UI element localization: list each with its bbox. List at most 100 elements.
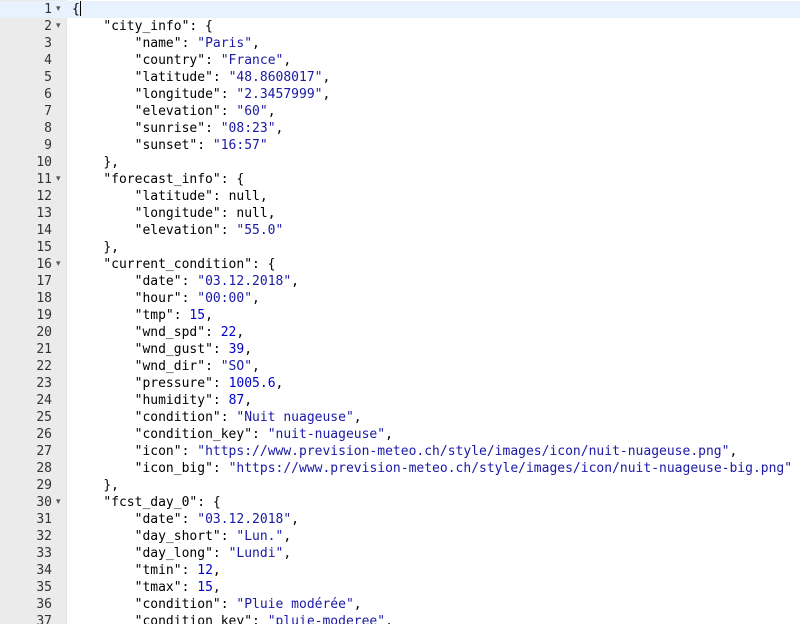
- fold-toggle-chevron-down-icon[interactable]: ▾: [56, 256, 66, 273]
- json-punctuation: ,: [353, 597, 362, 612]
- json-value: "2.3457999": [236, 87, 323, 102]
- fold-toggle-chevron-down-icon[interactable]: ▾: [56, 18, 66, 35]
- json-punctuation: ,: [275, 121, 284, 136]
- json-punctuation: ,: [283, 529, 292, 544]
- json-key: "tmax": [134, 580, 182, 595]
- line-content: "forecast_info": {: [72, 171, 244, 188]
- json-value: 12: [197, 563, 213, 578]
- line-number: 34: [36, 563, 52, 578]
- json-punctuation: ,: [322, 87, 331, 102]
- json-key: "elevation": [134, 223, 221, 238]
- code-line[interactable]: 6 "longitude": "2.3457999",: [0, 86, 800, 103]
- json-key: "forecast_info": [103, 172, 221, 187]
- code-line[interactable]: 36 "condition": "Pluie modérée",: [0, 596, 800, 613]
- code-editor[interactable]: 1 ▾{2 ▾ "city_info": {3 "name": "Paris", 4 …: [0, 0, 800, 624]
- json-key: "day_long": [134, 546, 213, 561]
- code-line[interactable]: 26 "condition_key": "nuit-nuageuse",: [0, 426, 800, 443]
- json-key: "sunset": [134, 138, 198, 153]
- code-line[interactable]: 37 "condition_key": "pluie-moderee",: [0, 613, 800, 624]
- fold-toggle-chevron-down-icon[interactable]: ▾: [56, 494, 66, 511]
- code-line[interactable]: 18 "hour": "00:00",: [0, 290, 800, 307]
- json-key: "longitude": [134, 206, 221, 221]
- json-value: "08:23": [220, 121, 276, 136]
- line-content: "day_short": "Lun.",: [134, 529, 292, 544]
- json-punctuation: ,: [212, 563, 221, 578]
- line-number: 11: [36, 172, 52, 187]
- code-line[interactable]: 9 "sunset": "16:57": [0, 137, 800, 154]
- code-line[interactable]: 31 "date": "03.12.2018",: [0, 511, 800, 528]
- code-line[interactable]: 33 "day_long": "Lundi",: [0, 545, 800, 562]
- code-line[interactable]: 29 },: [0, 477, 800, 494]
- code-line[interactable]: 34 "tmin": 12,: [0, 562, 800, 579]
- line-number: 7: [44, 104, 52, 119]
- json-key: "humidity": [134, 393, 213, 408]
- json-key: "pressure": [134, 376, 213, 391]
- json-punctuation: ,: [252, 359, 260, 374]
- line-number: 6: [44, 87, 52, 102]
- line-number: 24: [36, 393, 52, 408]
- line-content: "latitude": null,: [134, 189, 268, 204]
- code-line[interactable]: 2 ▾ "city_info": {: [0, 18, 800, 35]
- line-content: "condition_key": "pluie-moderee",: [72, 613, 393, 624]
- json-key: "wnd_spd": [134, 325, 206, 340]
- json-key: "tmin": [134, 563, 182, 578]
- json-punctuation: ,: [252, 291, 260, 306]
- code-line[interactable]: 15 },: [0, 239, 800, 256]
- json-value: "60": [236, 104, 268, 119]
- code-line[interactable]: 28 "icon_big": "https://www.prevision-me…: [0, 460, 800, 477]
- code-line[interactable]: 8 "sunrise": "08:23",: [0, 120, 800, 137]
- json-key: "icon_big": [134, 461, 213, 476]
- code-line[interactable]: 30 ▾ "fcst_day_0": {: [0, 494, 800, 511]
- code-line[interactable]: 1 ▾ {: [0, 1, 800, 18]
- line-number: 3: [44, 36, 52, 51]
- line-number: 36: [36, 597, 52, 612]
- line-number: 9: [44, 138, 52, 153]
- code-line[interactable]: 7 "elevation": "60",: [0, 103, 800, 120]
- json-key: "tmp": [134, 308, 174, 323]
- line-number: 4: [44, 53, 52, 68]
- code-line[interactable]: 10 },: [0, 154, 800, 171]
- line-number: 17: [36, 274, 52, 289]
- code-line[interactable]: 22 "wnd_dir": "SO",: [0, 358, 800, 375]
- json-value: "Pluie modérée": [236, 597, 354, 612]
- code-line[interactable]: 5 "latitude": "48.8608017",: [0, 69, 800, 86]
- json-key: "day_short": [134, 529, 221, 544]
- code-line[interactable]: 20 "wnd_spd": 22,: [0, 324, 800, 341]
- code-line[interactable]: 25 "condition": "Nuit nuageuse",: [0, 409, 800, 426]
- code-line[interactable]: 16 ▾ "current_condition": {: [0, 256, 800, 273]
- code-line[interactable]: 11 ▾ "forecast_info": {: [0, 171, 800, 188]
- json-key: "longitude": [134, 87, 221, 102]
- json-punctuation: },: [103, 240, 119, 255]
- json-key: "condition": [134, 410, 221, 425]
- code-line[interactable]: 24 "humidity": 87,: [0, 392, 800, 409]
- line-number: 12: [36, 189, 52, 204]
- line-content: "wnd_dir": "SO",: [134, 359, 260, 374]
- line-number: 23: [36, 376, 52, 391]
- code-line[interactable]: 17 "date": "03.12.2018",: [0, 273, 800, 290]
- json-punctuation: : {: [220, 172, 245, 187]
- code-line[interactable]: 4 "country": "France",: [0, 52, 800, 69]
- fold-toggle-chevron-down-icon[interactable]: ▾: [56, 171, 66, 188]
- line-content: "elevation": "60",: [134, 104, 276, 119]
- code-line[interactable]: 21 "wnd_gust": 39,: [0, 341, 800, 358]
- code-line[interactable]: 19 "tmp": 15,: [0, 307, 800, 324]
- line-number: 8: [44, 121, 52, 136]
- json-punctuation: ,: [236, 325, 245, 340]
- line-content: "icon_big": "https://www.prevision-meteo…: [134, 461, 793, 476]
- code-line[interactable]: 27 "icon": "https://www.prevision-meteo.…: [0, 443, 800, 460]
- json-key: "condition_key": [134, 427, 253, 442]
- json-punctuation: ,: [729, 444, 738, 459]
- code-line[interactable]: 3 "name": "Paris",: [0, 35, 800, 52]
- json-value: 15: [197, 580, 213, 595]
- json-value: "SO": [220, 359, 253, 374]
- line-content: "humidity": 87,: [134, 393, 253, 408]
- code-line[interactable]: 13 "longitude": null,: [0, 205, 800, 222]
- fold-toggle-chevron-down-icon[interactable]: ▾: [56, 1, 66, 18]
- code-line[interactable]: 23 "pressure": 1005.6,: [0, 375, 800, 392]
- code-line[interactable]: 14 "elevation": "55.0": [0, 222, 800, 239]
- json-key: "fcst_day_0": [103, 495, 198, 510]
- code-line[interactable]: 32 "day_short": "Lun.",: [0, 528, 800, 545]
- code-line[interactable]: 12 "latitude": null,: [0, 188, 800, 205]
- code-line[interactable]: 35 "tmax": 15,: [0, 579, 800, 596]
- json-value: "France": [220, 53, 284, 68]
